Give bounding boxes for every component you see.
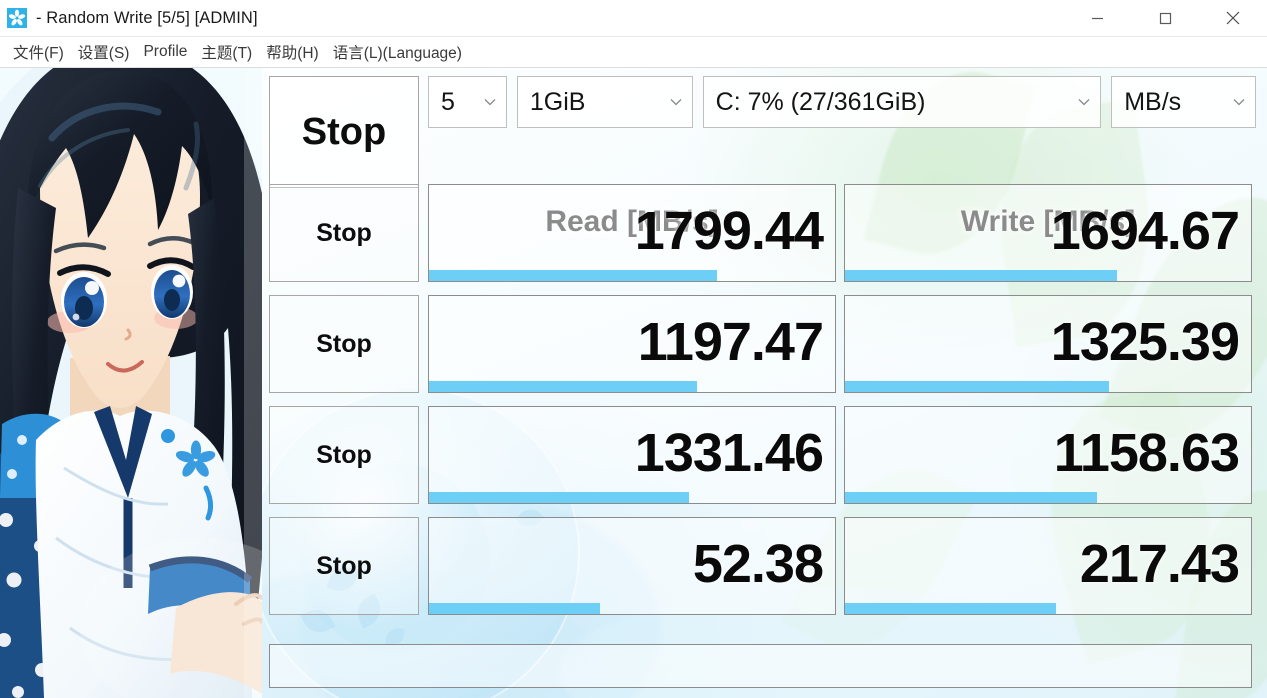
result-row: Stop 52.38 217.43 (0, 517, 1267, 621)
read-result-cell-1: 1799.44 (428, 184, 836, 282)
result-row: Stop 1331.46 1158.63 (0, 406, 1267, 510)
result-row: Stop 1799.44 1694.67 (0, 184, 1267, 288)
read-value-1: 1799.44 (634, 200, 824, 261)
target-drive-select[interactable]: C: 7% (27/361GiB) (702, 76, 1102, 128)
read-progress-fill-3 (429, 492, 689, 503)
write-value-4: 217.43 (1079, 533, 1240, 594)
write-progress-fill-1 (845, 270, 1118, 281)
menu-file[interactable]: 文件(F) (6, 39, 71, 65)
menu-help[interactable]: 帮助(H) (259, 39, 326, 65)
read-progress-fill-1 (429, 270, 718, 281)
target-drive-value: C: 7% (27/361GiB) (715, 87, 926, 116)
write-progress-fill-4 (845, 603, 1057, 614)
menu-bar: 文件(F) 设置(S) Profile 主题(T) 帮助(H) 语言(L)(La… (0, 37, 1267, 68)
chevron-down-icon (670, 93, 682, 111)
read-progress-4 (429, 603, 835, 614)
comment-field[interactable] (269, 644, 1252, 688)
read-progress-1 (429, 270, 835, 281)
write-result-cell-1: 1694.67 (844, 184, 1252, 282)
write-value-1: 1694.67 (1050, 200, 1240, 261)
minimize-button[interactable] (1063, 0, 1131, 37)
write-result-cell-2: 1325.39 (844, 295, 1252, 393)
menu-profile[interactable]: Profile (136, 41, 194, 63)
test-count-select[interactable]: 5 (428, 76, 507, 128)
stop-button-row-2[interactable]: Stop (269, 295, 419, 393)
unit-select[interactable]: MB/s (1111, 76, 1256, 128)
write-value-2: 1325.39 (1050, 311, 1240, 372)
window-title: - Random Write [5/5] [ADMIN] (36, 8, 258, 27)
write-progress-4 (845, 603, 1251, 614)
read-value-2: 1197.47 (637, 311, 824, 372)
write-progress-3 (845, 492, 1251, 503)
chevron-down-icon (1078, 93, 1090, 111)
main-content: Stop 5 1GiB C: 7% (27/361GiB) MB/s Stop … (0, 68, 1267, 698)
stop-button-row-1[interactable]: Stop (269, 184, 419, 282)
read-progress-2 (429, 381, 835, 392)
app-logo-icon (7, 8, 27, 28)
read-progress-fill-2 (429, 381, 697, 392)
write-value-3: 1158.63 (1053, 422, 1240, 483)
window-controls (1063, 0, 1267, 37)
write-result-cell-4: 217.43 (844, 517, 1252, 615)
stop-button-row-3[interactable]: Stop (269, 406, 419, 504)
read-progress-3 (429, 492, 835, 503)
read-result-cell-4: 52.38 (428, 517, 836, 615)
read-value-4: 52.38 (692, 533, 824, 594)
write-progress-fill-2 (845, 381, 1109, 392)
test-size-select[interactable]: 1GiB (516, 76, 693, 128)
test-count-value: 5 (441, 87, 455, 116)
chevron-down-icon (484, 93, 496, 111)
read-value-3: 1331.46 (634, 422, 824, 483)
read-result-cell-2: 1197.47 (428, 295, 836, 393)
write-progress-1 (845, 270, 1251, 281)
benchmark-toolbar: 5 1GiB C: 7% (27/361GiB) MB/s (428, 76, 1256, 128)
test-size-value: 1GiB (529, 87, 586, 116)
chevron-down-icon (1233, 93, 1245, 111)
crystaldiskmark-window: - Random Write [5/5] [ADMIN] 文件(F) 设置(S)… (0, 0, 1267, 698)
menu-theme[interactable]: 主题(T) (194, 39, 259, 65)
title-bar: - Random Write [5/5] [ADMIN] (0, 0, 1267, 37)
menu-settings[interactable]: 设置(S) (71, 39, 137, 65)
stop-all-button[interactable]: Stop (269, 76, 419, 188)
menu-language[interactable]: 语言(L)(Language) (326, 39, 469, 65)
write-progress-fill-3 (845, 492, 1097, 503)
stop-button-row-4[interactable]: Stop (269, 517, 419, 615)
close-button[interactable] (1199, 0, 1267, 37)
unit-value: MB/s (1124, 87, 1182, 116)
result-row: Stop 1197.47 1325.39 (0, 295, 1267, 399)
read-result-cell-3: 1331.46 (428, 406, 836, 504)
write-progress-2 (845, 381, 1251, 392)
maximize-button[interactable] (1131, 0, 1199, 37)
write-result-cell-3: 1158.63 (844, 406, 1252, 504)
read-progress-fill-4 (429, 603, 600, 614)
